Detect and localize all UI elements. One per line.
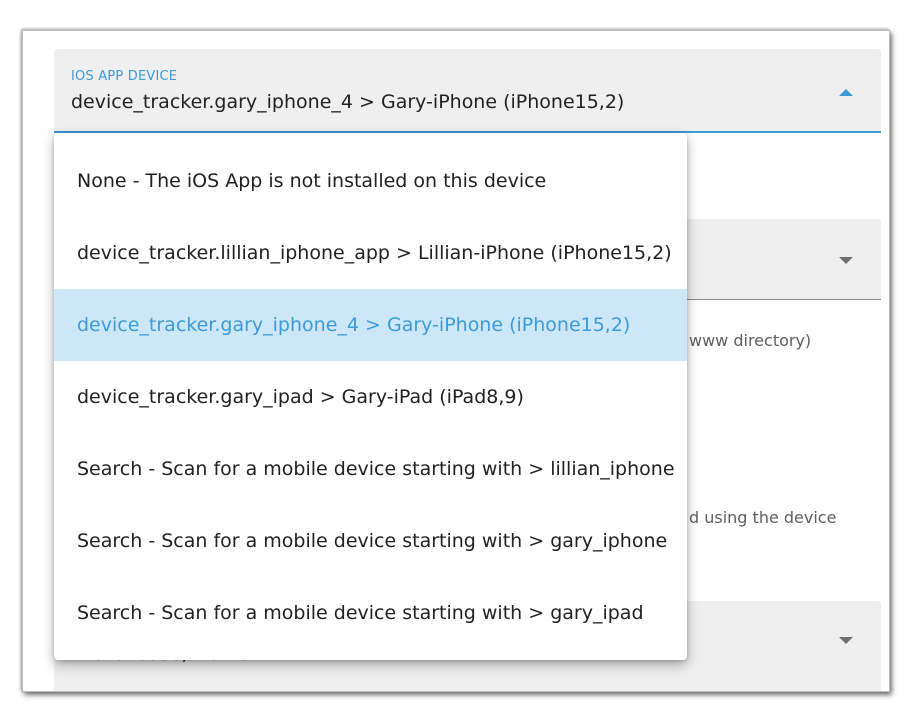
menu-item[interactable]: Search - Scan for a mobile device starti…	[54, 577, 687, 649]
helper-text: www directory)	[689, 331, 812, 350]
ios-app-device-dropdown-menu: None - The iOS App is not installed on t…	[54, 133, 687, 660]
ios-app-device-select[interactable]: IOS APP DEVICE device_tracker.gary_iphon…	[54, 49, 881, 133]
menu-item[interactable]: device_tracker.lillian_iphone_app > Lill…	[54, 217, 687, 289]
form-panel: IOS APP DEVICE device_tracker.gary_iphon…	[23, 31, 889, 691]
menu-item[interactable]: None - The iOS App is not installed on t…	[54, 145, 687, 217]
menu-item[interactable]: Search - Scan for a mobile device starti…	[54, 505, 687, 577]
ios-app-device-label: IOS APP DEVICE	[71, 69, 178, 84]
helper-text: d using the device	[689, 508, 837, 527]
menu-item[interactable]: Search - Scan for a mobile device starti…	[54, 433, 687, 505]
caret-up-icon[interactable]	[839, 89, 853, 96]
caret-down-icon[interactable]	[839, 637, 853, 644]
caret-down-icon[interactable]	[839, 257, 853, 264]
screenshot-frame: IOS APP DEVICE device_tracker.gary_iphon…	[22, 30, 890, 692]
menu-item[interactable]: device_tracker.gary_ipad > Gary-iPad (iP…	[54, 361, 687, 433]
menu-item-selected[interactable]: device_tracker.gary_iphone_4 > Gary-iPho…	[54, 289, 687, 361]
ios-app-device-value: device_tracker.gary_iphone_4 > Gary-iPho…	[71, 91, 625, 113]
